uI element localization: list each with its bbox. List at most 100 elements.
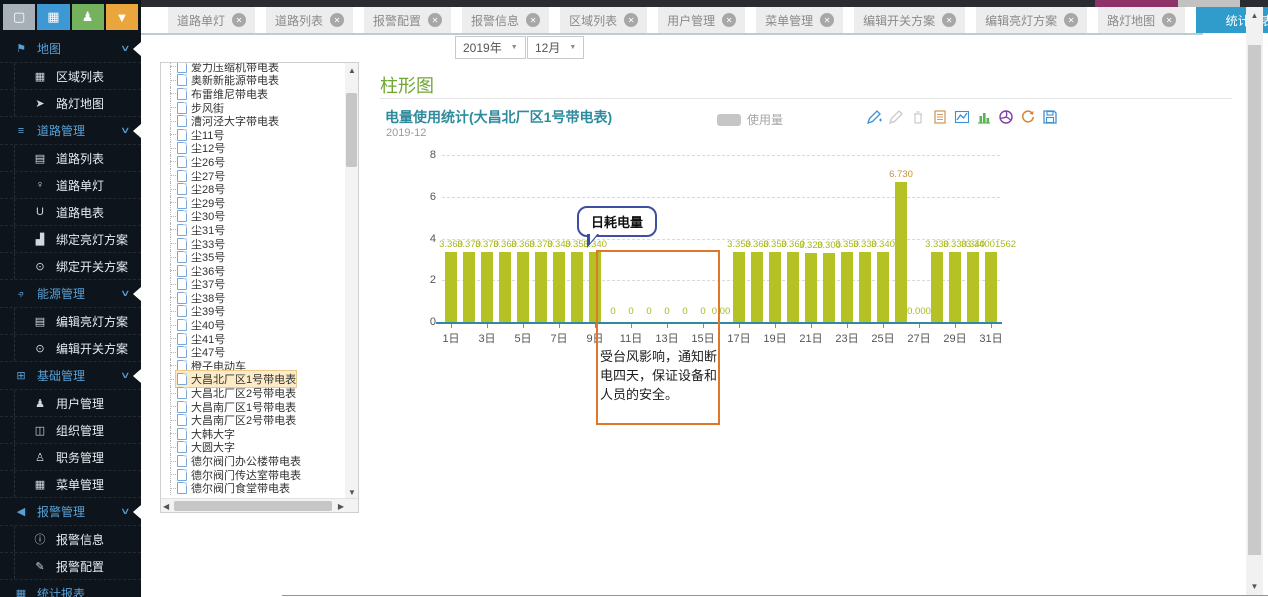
close-icon[interactable]: ✕ — [624, 13, 638, 27]
tab-菜单管理[interactable]: 菜单管理✕ — [756, 7, 843, 33]
brush-edit-icon[interactable] — [865, 108, 882, 125]
bar-day-23日[interactable] — [841, 252, 853, 322]
sidebar-section-统计报表[interactable]: ▦统计报表 — [0, 580, 141, 597]
tab-区域列表[interactable]: 区域列表✕ — [560, 7, 647, 33]
scroll-up-icon[interactable]: ▲ — [348, 66, 356, 75]
document-icon — [177, 210, 187, 222]
bar-day-29日[interactable] — [949, 252, 961, 322]
restore-refresh-icon[interactable] — [1019, 108, 1036, 125]
sidebar-item-道路列表[interactable]: ▤道路列表 — [0, 145, 141, 172]
tab-报警配置[interactable]: 报警配置 ✕ — [364, 7, 451, 33]
bar-day-6日[interactable] — [535, 252, 547, 322]
brush-disabled-icon[interactable] — [887, 108, 904, 125]
power-icon: ⊙ — [33, 260, 47, 273]
x-axis-tick — [955, 324, 956, 328]
close-icon[interactable]: ✕ — [820, 13, 834, 27]
tab-用户管理[interactable]: 用户管理✕ — [658, 7, 745, 33]
bar-day-18日[interactable] — [751, 252, 763, 322]
year-select[interactable]: 2019年 ▼ — [455, 36, 526, 59]
bar-day-20日[interactable] — [787, 252, 799, 322]
tree-item-德尔阀门食堂带电表[interactable]: 德尔阀门食堂带电表 — [161, 481, 345, 495]
bar-day-31日[interactable] — [985, 252, 997, 322]
sidebar-item-区域列表[interactable]: ▦区域列表 — [0, 63, 141, 90]
tree-vertical-scrollbar[interactable]: ▲ ▼ — [345, 63, 358, 500]
tab-label: 报警配置 — [373, 12, 421, 29]
close-icon[interactable]: ✕ — [1162, 13, 1176, 27]
scroll-down-icon[interactable]: ▼ — [348, 488, 356, 497]
bar-day-19日[interactable] — [769, 252, 781, 322]
bar-day-25日[interactable] — [877, 252, 889, 322]
monitor-button[interactable]: ▢ — [3, 4, 35, 30]
apps-grid-button[interactable]: ▦ — [37, 4, 69, 30]
page-scrollbar-thumb[interactable] — [1248, 45, 1261, 555]
sidebar-item-绑定亮灯方案[interactable]: ▟绑定亮灯方案 — [0, 226, 141, 253]
sidebar-item-编辑亮灯方案[interactable]: ▤编辑亮灯方案 — [0, 308, 141, 335]
scroll-down-icon[interactable]: ▼ — [1246, 582, 1263, 591]
tab-label: 编辑开关方案 — [863, 12, 935, 29]
close-icon[interactable]: ✕ — [1064, 13, 1078, 27]
sidebar-section-道路管理[interactable]: ≡道路管理∨ — [0, 117, 141, 145]
line-chart-icon[interactable] — [953, 108, 970, 125]
sidebar-section-地图[interactable]: ⚑地图∨ — [0, 35, 141, 63]
tab-报警信息[interactable]: 报警信息✕ — [462, 7, 549, 33]
sidebar-item-label: 报警信息 — [56, 531, 104, 548]
users-icon: ♟ — [33, 397, 47, 410]
close-icon[interactable]: ✕ — [722, 13, 736, 27]
close-icon[interactable]: ✕ — [232, 13, 246, 27]
bar-day-5日[interactable] — [517, 252, 529, 322]
tab-路灯地图[interactable]: 路灯地图✕ — [1098, 7, 1185, 33]
tab-编辑开关方案[interactable]: 编辑开关方案 ✕ — [854, 7, 965, 33]
scroll-up-icon[interactable]: ▲ — [1246, 11, 1263, 20]
bar-day-28日[interactable] — [931, 252, 943, 322]
sidebar-item-报警信息[interactable]: ⓘ报警信息 — [0, 526, 141, 553]
bar-day-2日[interactable] — [463, 252, 475, 322]
sidebar-item-报警配置[interactable]: ✎报警配置 — [0, 553, 141, 580]
sidebar-item-职务管理[interactable]: ♙职务管理 — [0, 444, 141, 471]
bar-day-30日[interactable] — [967, 252, 979, 322]
sidebar-item-编辑开关方案[interactable]: ⊙编辑开关方案 — [0, 335, 141, 362]
sidebar-item-菜单管理[interactable]: ▦菜单管理 — [0, 471, 141, 498]
clear-brush-icon[interactable] — [909, 108, 926, 125]
scroll-right-icon[interactable]: ▶ — [338, 502, 344, 511]
tab-道路列表[interactable]: 道路列表✕ — [266, 7, 353, 33]
sidebar-item-道路单灯[interactable]: ♀道路单灯 — [0, 172, 141, 199]
shield-button[interactable]: ▼ — [106, 4, 138, 30]
bar-day-1日[interactable] — [445, 252, 457, 322]
scroll-left-icon[interactable]: ◀ — [163, 502, 169, 511]
sidebar-item-用户管理[interactable]: ♟用户管理 — [0, 390, 141, 417]
chart-toolbar — [865, 108, 1058, 125]
close-icon[interactable]: ✕ — [330, 13, 344, 27]
sidebar-section-报警管理[interactable]: ◀报警管理∨ — [0, 498, 141, 526]
bar-chart-icon[interactable] — [975, 108, 992, 125]
sidebar-section-能源管理[interactable]: »能源管理∨ — [0, 280, 141, 308]
tree-horizontal-scrollbar[interactable]: ◀ ▶ — [161, 498, 359, 512]
sidebar-item-道路电表[interactable]: U道路电表 — [0, 199, 141, 226]
bar-day-17日[interactable] — [733, 252, 745, 322]
save-image-icon[interactable] — [1041, 108, 1058, 125]
tree-vertical-scrollbar-thumb[interactable] — [346, 93, 357, 167]
page-scrollbar[interactable]: ▲ ▼ — [1246, 7, 1263, 595]
tab-编辑亮灯方案[interactable]: 编辑亮灯方案✕ — [976, 7, 1087, 33]
month-select[interactable]: 12月 ▼ — [527, 36, 584, 59]
sidebar-item-绑定开关方案[interactable]: ⊙绑定开关方案 — [0, 253, 141, 280]
bar-day-26日[interactable] — [895, 182, 907, 322]
close-icon[interactable]: ✕ — [428, 13, 442, 27]
sidebar-section-基础管理[interactable]: ⊞基础管理∨ — [0, 362, 141, 390]
bar-day-22日[interactable] — [823, 253, 835, 322]
bar-day-21日[interactable] — [805, 253, 817, 322]
tab-道路单灯[interactable]: 道路单灯✕ — [168, 7, 255, 33]
bar-day-24日[interactable] — [859, 252, 871, 322]
close-icon[interactable]: ✕ — [942, 13, 956, 27]
bar-day-7日[interactable] — [553, 252, 565, 322]
bar-day-4日[interactable] — [499, 252, 511, 322]
pie-chart-icon[interactable] — [997, 108, 1014, 125]
chart-legend[interactable]: 使用量 — [717, 111, 783, 128]
sidebar-item-路灯地图[interactable]: ➤路灯地图 — [0, 90, 141, 117]
bar-day-8日[interactable] — [571, 252, 583, 322]
tree-horizontal-scrollbar-thumb[interactable] — [174, 501, 332, 511]
data-view-icon[interactable] — [931, 108, 948, 125]
user-button[interactable]: ♟ — [72, 4, 104, 30]
bar-day-3日[interactable] — [481, 252, 493, 322]
close-icon[interactable]: ✕ — [526, 13, 540, 27]
sidebar-item-组织管理[interactable]: ◫组织管理 — [0, 417, 141, 444]
